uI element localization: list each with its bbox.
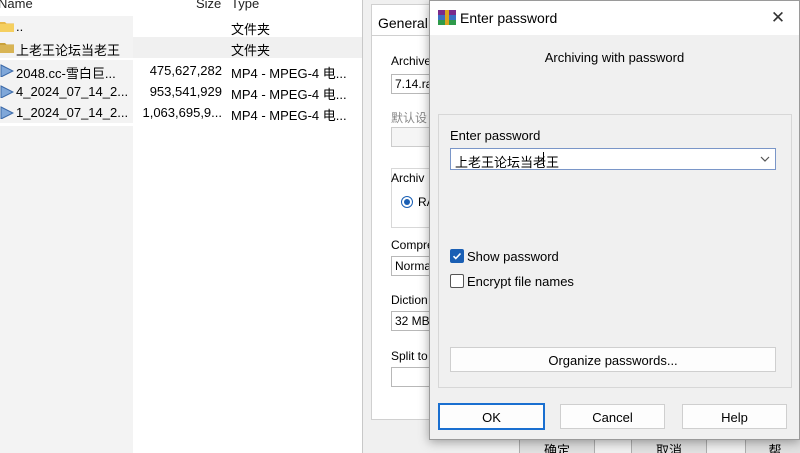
help-button[interactable]: Help xyxy=(682,404,787,429)
file-name: 2048.cc-雪白巨... xyxy=(16,66,116,81)
file-size: 1,063,695,9... xyxy=(142,105,222,120)
file-row-video-1[interactable]: 2048.cc-雪白巨... 475,627,282 MP4 - MPEG-4 … xyxy=(0,60,362,81)
cancel-button[interactable]: Cancel xyxy=(560,404,665,429)
video-file-icon xyxy=(0,85,14,98)
folder-icon xyxy=(0,43,14,53)
file-row-video-3[interactable]: 1_2024_07_14_2... 1,063,695,9... MP4 - M… xyxy=(0,102,362,123)
file-type: MP4 - MPEG-4 电... xyxy=(231,66,347,81)
ok-button[interactable]: OK xyxy=(438,403,545,430)
file-size: 953,541,929 xyxy=(149,84,222,99)
video-file-icon xyxy=(0,64,14,77)
encrypt-file-names-checkbox[interactable] xyxy=(450,274,464,288)
file-list-empty-area xyxy=(0,126,133,453)
file-name: 1_2024_07_14_2... xyxy=(16,105,129,120)
file-type: 文件夹 xyxy=(231,43,271,58)
file-row-video-2[interactable]: 4_2024_07_14_2... 953,541,929 MP4 - MPEG… xyxy=(0,81,362,102)
organize-passwords-button[interactable]: Organize passwords... xyxy=(450,347,776,372)
close-icon[interactable]: ✕ xyxy=(767,7,789,29)
file-row-folder[interactable]: 上老王论坛当老王 文件夹 xyxy=(0,37,362,58)
compression-label: Compre xyxy=(391,238,434,252)
chevron-down-icon[interactable] xyxy=(759,153,771,165)
file-list: Name Size Type .. 文件夹 上老王论坛当老王 文件夹 2048.… xyxy=(0,0,362,453)
dialog-subtitle: Archiving with password xyxy=(544,50,685,65)
format-rar-radio[interactable] xyxy=(401,196,413,208)
show-password-label[interactable]: Show password xyxy=(467,249,559,264)
column-header-name[interactable]: Name xyxy=(0,0,33,11)
encrypt-file-names-label[interactable]: Encrypt file names xyxy=(467,274,574,289)
file-name: 上老王论坛当老王 xyxy=(16,43,121,58)
folder-icon xyxy=(0,22,14,32)
file-type: MP4 - MPEG-4 电... xyxy=(231,87,347,102)
password-input[interactable]: 上老王论坛当老王 xyxy=(450,148,776,171)
enter-password-label: Enter password xyxy=(450,128,541,143)
dialog-title: Enter password xyxy=(460,10,558,26)
column-header-type[interactable]: Type xyxy=(231,0,259,11)
file-row-parent[interactable]: .. 文件夹 xyxy=(0,16,362,37)
show-password-checkbox[interactable] xyxy=(450,249,464,263)
video-file-icon xyxy=(0,106,14,119)
enter-password-dialog: Enter password ✕ Archiving with password… xyxy=(429,0,800,440)
file-size: 475,627,282 xyxy=(149,63,222,78)
file-list-header: Name Size Type xyxy=(0,0,362,14)
dictionary-label: Diction xyxy=(391,293,428,307)
archive-name-label: Archive xyxy=(391,54,432,68)
file-name: 4_2024_07_14_2... xyxy=(16,84,129,99)
default-profile-label: 默认设 xyxy=(391,111,428,125)
checkmark-icon xyxy=(452,252,462,260)
archive-format-label: Archiv xyxy=(391,171,425,185)
file-name: .. xyxy=(16,19,24,34)
file-type: MP4 - MPEG-4 电... xyxy=(231,108,347,123)
file-type: 文件夹 xyxy=(231,22,271,37)
text-cursor xyxy=(543,152,544,166)
winrar-icon xyxy=(438,10,456,25)
split-volumes-label: Split to xyxy=(391,349,428,363)
column-header-size[interactable]: Size xyxy=(196,0,221,11)
dialog-titlebar[interactable]: Enter password ✕ xyxy=(430,1,799,35)
